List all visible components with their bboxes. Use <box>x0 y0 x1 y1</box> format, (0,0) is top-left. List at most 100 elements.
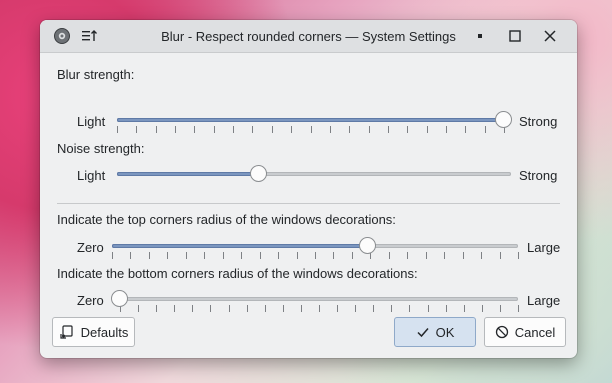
slider-tick <box>337 305 338 312</box>
slider-tick <box>464 305 465 312</box>
bottom-radius-min-label: Zero <box>77 293 104 308</box>
bottom-radius-max-label: Large <box>527 293 561 308</box>
slider-tick <box>428 305 429 312</box>
defaults-button-label: Defaults <box>80 324 129 340</box>
blur-strength-slider[interactable] <box>117 111 512 134</box>
restore-defaults-icon <box>60 325 73 339</box>
slider-tick <box>485 126 486 133</box>
noise-strength-slider[interactable] <box>117 165 511 188</box>
slider-tick <box>241 252 242 259</box>
cancel-button[interactable]: Cancel <box>484 317 566 347</box>
slider-tick <box>369 126 370 133</box>
slider-tick <box>427 126 428 133</box>
slider-tick <box>500 305 501 312</box>
slider-tick <box>194 126 195 133</box>
ok-button-label: OK <box>435 324 455 340</box>
slider-tick <box>233 126 234 133</box>
slider-tick <box>319 305 320 312</box>
slider-tick <box>291 126 292 133</box>
slider-tick <box>463 252 464 259</box>
slider-tick <box>247 305 248 312</box>
slider-tick <box>407 126 408 133</box>
keep-above-icon[interactable] <box>472 28 488 44</box>
maximize-icon[interactable] <box>507 28 523 44</box>
settings-window: Blur - Respect rounded corners — System … <box>40 20 577 358</box>
slider-tick <box>252 126 253 133</box>
ok-button[interactable]: OK <box>394 317 476 347</box>
slider-tick <box>518 252 519 259</box>
slider-ticks <box>120 305 519 313</box>
slider-tick <box>446 305 447 312</box>
slider-tick <box>407 252 408 259</box>
slider-tick <box>229 305 230 312</box>
slider-tick <box>214 126 215 133</box>
slider-tick <box>315 252 316 259</box>
slider-handle[interactable] <box>111 290 128 307</box>
cancel-icon <box>495 325 508 339</box>
slider-tick <box>518 305 519 312</box>
slider-tick <box>272 126 273 133</box>
slider-tick <box>117 126 118 133</box>
slider-handle[interactable] <box>495 111 512 128</box>
slider-tick <box>112 252 113 259</box>
checkmark-icon <box>417 328 429 338</box>
slider-tick <box>409 305 410 312</box>
slider-tick <box>210 305 211 312</box>
slider-tick <box>444 252 445 259</box>
slider-tick <box>136 126 137 133</box>
top-radius-label: Indicate the top corners radius of the w… <box>57 212 396 227</box>
settings-content: Blur strength: Light Strong Noise streng… <box>40 53 577 358</box>
titlebar[interactable]: Blur - Respect rounded corners — System … <box>40 20 577 53</box>
slider-tick <box>297 252 298 259</box>
noise-min-label: Light <box>77 168 106 183</box>
top-radius-min-label: Zero <box>77 240 104 255</box>
slider-tick <box>482 305 483 312</box>
slider-tick <box>481 252 482 259</box>
slider-tick <box>426 252 427 259</box>
slider-tick <box>186 252 187 259</box>
slider-tick <box>352 252 353 259</box>
slider-tick <box>138 305 139 312</box>
slider-tick <box>349 126 350 133</box>
slider-fill <box>117 118 504 122</box>
slider-tick <box>389 252 390 259</box>
slider-ticks <box>117 180 511 188</box>
slider-tick <box>311 126 312 133</box>
slider-tick <box>301 305 302 312</box>
slider-fill <box>112 244 368 248</box>
slider-tick <box>373 305 374 312</box>
slider-tick <box>156 305 157 312</box>
slider-tick <box>149 252 150 259</box>
bottom-radius-slider[interactable] <box>111 290 519 313</box>
slider-handle[interactable] <box>250 165 267 182</box>
defaults-button[interactable]: Defaults <box>52 317 135 347</box>
slider-tick <box>388 126 389 133</box>
slider-ticks <box>112 252 519 260</box>
blur-max-label: Strong <box>519 114 558 129</box>
slider-tick <box>174 305 175 312</box>
slider-tick <box>156 126 157 133</box>
slider-tick <box>283 305 284 312</box>
slider-tick <box>333 252 334 259</box>
window-title: Blur - Respect rounded corners — System … <box>161 29 456 44</box>
slider-tick <box>175 126 176 133</box>
top-radius-max-label: Large <box>527 240 561 255</box>
close-icon[interactable] <box>542 28 558 44</box>
blur-strength-label: Blur strength: <box>57 67 135 82</box>
section-divider <box>57 203 560 204</box>
top-radius-slider[interactable] <box>112 237 519 260</box>
slider-tick <box>223 252 224 259</box>
slider-tick <box>260 252 261 259</box>
bottom-radius-label: Indicate the bottom corners radius of th… <box>57 266 418 281</box>
slider-track <box>120 297 518 301</box>
slider-tick <box>130 252 131 259</box>
slider-fill <box>117 172 259 176</box>
slider-tick <box>192 305 193 312</box>
noise-max-label: Strong <box>519 168 558 183</box>
slider-handle[interactable] <box>359 237 376 254</box>
slider-tick <box>167 252 168 259</box>
slider-tick <box>265 305 266 312</box>
slider-tick <box>391 305 392 312</box>
slider-tick <box>204 252 205 259</box>
slider-ticks <box>117 126 505 134</box>
